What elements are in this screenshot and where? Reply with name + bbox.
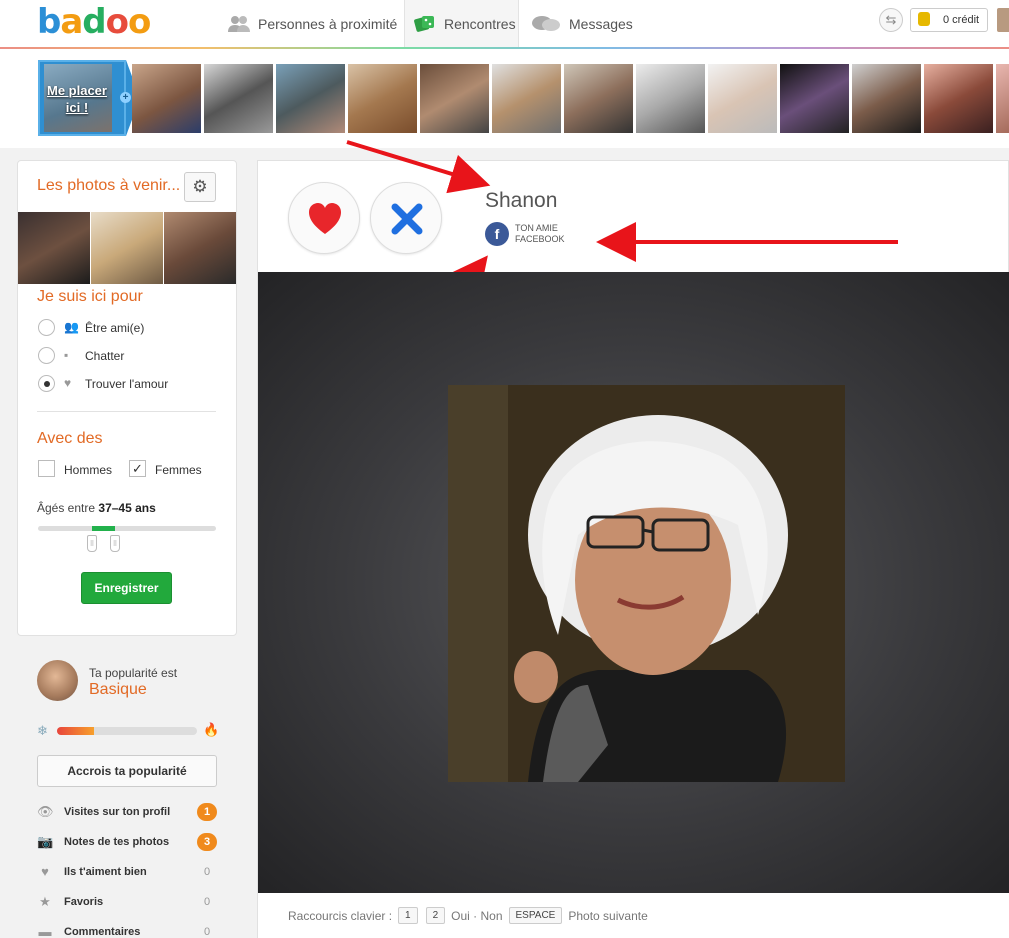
yes-no-label: Oui · Non bbox=[451, 908, 503, 923]
key-space: ESPACE bbox=[508, 907, 563, 924]
next-photo-label: Photo suivante bbox=[568, 908, 648, 923]
key-1: 1 bbox=[398, 907, 418, 924]
annotation-arrow bbox=[346, 140, 491, 194]
profile-photo[interactable] bbox=[448, 385, 845, 782]
photo-portrait bbox=[448, 385, 845, 782]
key-2: 2 bbox=[425, 907, 446, 924]
keyboard-shortcuts: Raccourcis clavier : 1 2 Oui · Non ESPAC… bbox=[288, 907, 648, 924]
shortcuts-label: Raccourcis clavier : bbox=[288, 908, 393, 923]
